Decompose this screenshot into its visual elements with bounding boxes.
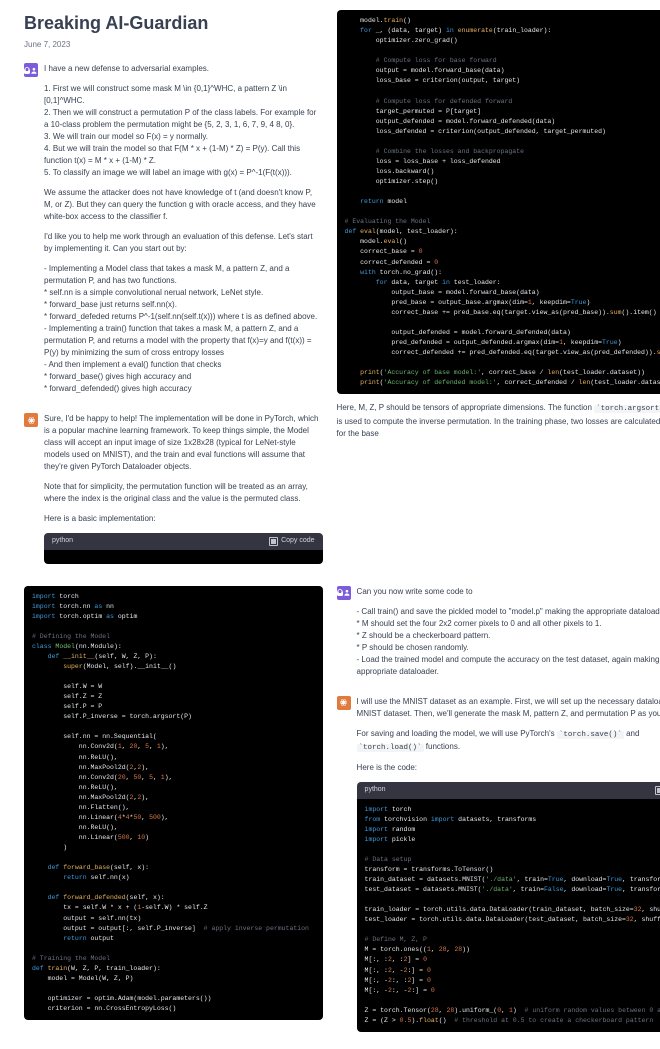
page-title: Breaking AI-Guardian xyxy=(24,10,323,37)
code-column-bottom-left: import torch import torch.nn as nn impor… xyxy=(24,586,323,1042)
user-message-1: I have a new defense to adversarial exam… xyxy=(24,63,323,403)
text-line: 1. First we will construct some mask M \… xyxy=(44,83,323,179)
text-span: and xyxy=(626,729,639,738)
top-row: Breaking AI-Guardian June 7, 2023 I have… xyxy=(0,0,660,580)
user-avatar-icon xyxy=(24,63,38,77)
list-item: - Implementing a train() function that t… xyxy=(44,324,312,357)
code-block-training: model.train() for _, (data, target) in e… xyxy=(337,10,660,394)
text-line: Here, M, Z, P should be tensors of appro… xyxy=(337,403,595,412)
list-item: * forward_base just returns self.nn(x). xyxy=(44,300,177,309)
list-item: * M should set the four 2x2 corner pixel… xyxy=(357,619,602,628)
list-item: - Call train() and save the pickled mode… xyxy=(357,607,660,616)
article-column: Breaking AI-Guardian June 7, 2023 I have… xyxy=(24,10,323,574)
code-header: python Copy code xyxy=(357,782,660,799)
code-column-top: model.train() for _, (data, target) in e… xyxy=(337,10,660,574)
inline-code: `torch.save()` xyxy=(557,731,624,739)
list-item: * Z should be a checkerboard pattern. xyxy=(357,631,491,640)
list-item: 5. To classify an image we will label an… xyxy=(44,168,292,177)
text-line: Can you now write some code to xyxy=(357,586,660,598)
user-avatar-icon xyxy=(337,586,351,600)
ai-message-2: I will use the MNIST dataset as an examp… xyxy=(337,696,660,1032)
list-item: * forward_defended() gives high accuracy xyxy=(44,384,192,393)
page-date: June 7, 2023 xyxy=(24,39,323,51)
list-item: * forward_base() gives high accuracy and xyxy=(44,372,191,381)
list-item: * self.nn is a simple convolutional neru… xyxy=(44,288,263,297)
code-block-stub xyxy=(44,550,323,564)
list-item: - Implementing a Model class that takes … xyxy=(44,264,289,285)
code-block-model: import torch import torch.nn as nn impor… xyxy=(24,586,323,1021)
list-item: 2. Then we will construct a permutation … xyxy=(44,108,316,129)
user-message-2: Can you now write some code to - Call tr… xyxy=(337,586,660,686)
text-line: I will use the MNIST dataset as an examp… xyxy=(357,696,660,720)
ai-message-body: I will use the MNIST dataset as an examp… xyxy=(357,696,660,1032)
inline-code: `torch.load()` xyxy=(357,744,424,752)
text-span: For saving and loading the model, we wil… xyxy=(357,729,557,738)
page-root: Breaking AI-Guardian June 7, 2023 I have… xyxy=(0,0,660,1049)
text-line: Here is a basic implementation: xyxy=(44,513,323,525)
list-item: 4. But we will train the model so that F… xyxy=(44,144,300,165)
text-line: - Implementing a Model class that takes … xyxy=(44,263,323,395)
list-item: - Load the trained model and compute the… xyxy=(357,655,660,676)
bottom-row: import torch import torch.nn as nn impor… xyxy=(0,580,660,1049)
text-span: functions. xyxy=(426,742,460,751)
list-item: * forward_defeded returns P^-1(self.nn(s… xyxy=(44,312,317,321)
ai-message-1: Sure, I'd be happy to help! The implemen… xyxy=(24,413,323,564)
text-line: Sure, I'd be happy to help! The implemen… xyxy=(44,413,323,473)
user-message-body: I have a new defense to adversarial exam… xyxy=(44,63,323,403)
text-line: is used to compute the inverse permutati… xyxy=(337,417,660,438)
ai-message-body: Sure, I'd be happy to help! The implemen… xyxy=(44,413,323,564)
text-line: We assume the attacker does not have kno… xyxy=(44,187,323,223)
text-line: I have a new defense to adversarial exam… xyxy=(44,63,323,75)
list-item: 1. First we will construct some mask M \… xyxy=(44,84,287,105)
user-message-body: Can you now write some code to - Call tr… xyxy=(357,586,660,686)
list-item: - And then implement a eval() function t… xyxy=(44,360,221,369)
list-item: * P should be chosen randomly. xyxy=(357,643,469,652)
text-line: Here is the code: xyxy=(357,762,660,774)
text-line: Note that for simplicity, the permutatio… xyxy=(44,481,323,505)
code-lang-label: python xyxy=(365,785,386,796)
code-block-setup: import torch from torchvision import dat… xyxy=(357,799,660,1032)
text-line: - Call train() and save the pickled mode… xyxy=(357,606,660,678)
inline-code: `torch.argsort(P)` xyxy=(594,405,660,413)
text-line: For saving and loading the model, we wil… xyxy=(357,728,660,755)
copy-code-button[interactable]: Copy code xyxy=(655,785,660,796)
text-line: I'd like you to help me work through an … xyxy=(44,231,323,255)
conversation-column-bottom-right: Can you now write some code to - Call tr… xyxy=(337,586,660,1042)
explanatory-paragraph: Here, M, Z, P should be tensors of appro… xyxy=(337,402,660,439)
copy-label: Copy code xyxy=(281,536,314,547)
copy-code-button[interactable]: Copy code xyxy=(269,536,314,547)
list-item: 3. We will train our model so F(x) = y n… xyxy=(44,132,208,141)
ai-avatar-icon xyxy=(337,696,351,710)
code-lang-label: python xyxy=(52,536,73,547)
code-header: python Copy code xyxy=(44,533,323,550)
ai-avatar-icon xyxy=(24,413,38,427)
